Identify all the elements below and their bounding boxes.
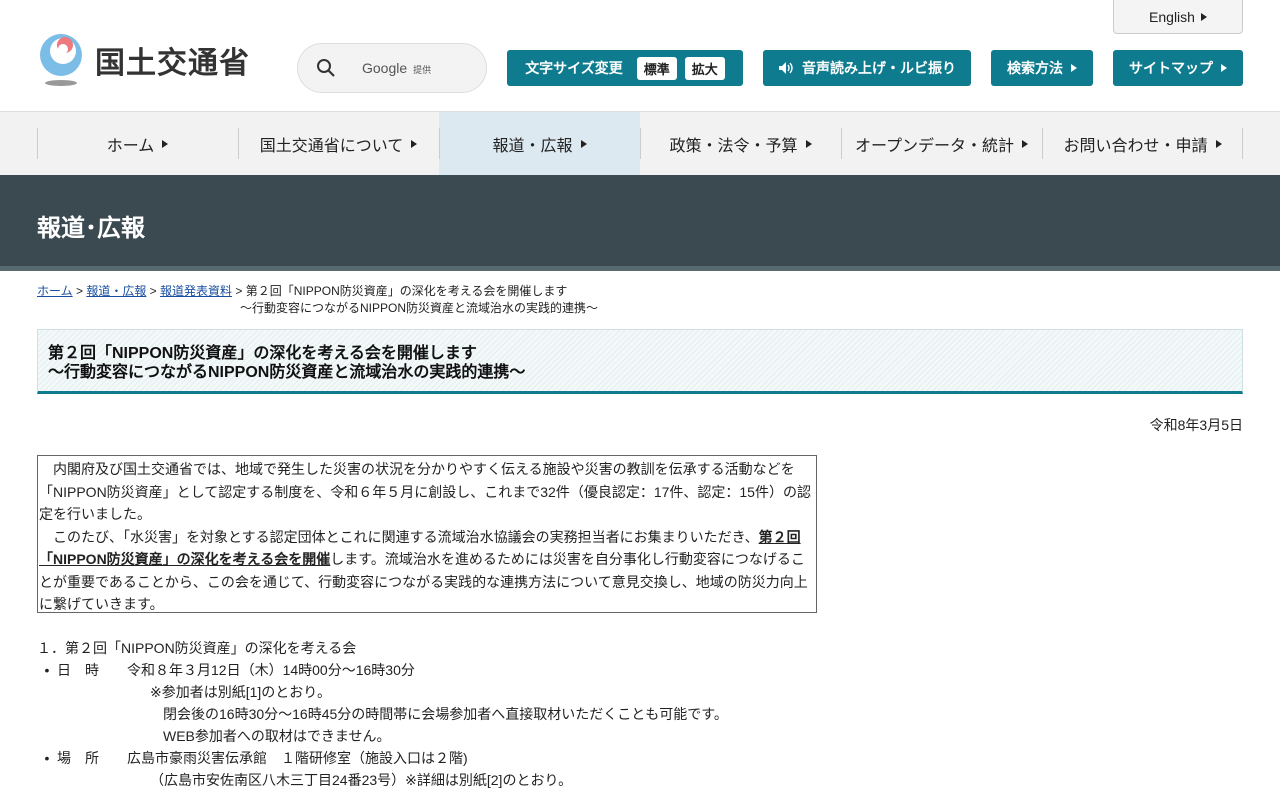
global-nav: ホーム 国土交通省について 報道・広報 政策・法令・予算 オープンデータ・統計 … bbox=[0, 111, 1280, 175]
nav-label: 報道・広報 bbox=[492, 137, 573, 155]
nav-policy[interactable]: 政策・法令・予算 bbox=[640, 112, 841, 175]
note-web: WEB参加者への取材はできません。 bbox=[163, 728, 391, 744]
search-icon[interactable] bbox=[316, 58, 336, 78]
google-label: Google bbox=[362, 60, 408, 76]
breadcrumb-current-sub: ～行動変容につながるNIPPON防災資産と流域治水の実践的連携～ bbox=[240, 301, 599, 315]
datetime-label: 日 時 bbox=[57, 662, 99, 678]
font-size-label: 文字サイズ変更 bbox=[525, 60, 623, 76]
triangle-right-icon bbox=[411, 139, 418, 148]
nav-label: 国土交通省について bbox=[259, 137, 404, 155]
triangle-right-icon bbox=[1071, 64, 1077, 72]
english-label: English bbox=[1149, 8, 1195, 25]
voice-button[interactable]: 音声読み上げ・ルビ振り bbox=[763, 50, 971, 86]
font-large-button[interactable]: 拡大 bbox=[684, 56, 725, 80]
nav-press[interactable]: 報道・広報 bbox=[439, 112, 640, 175]
font-size-control: 文字サイズ変更 標準 拡大 bbox=[507, 50, 743, 86]
triangle-right-icon bbox=[162, 139, 169, 148]
section-title: 報道･広報 bbox=[37, 215, 145, 242]
nav-label: お問い合わせ・申請 bbox=[1063, 137, 1208, 155]
sitemap-button[interactable]: サイトマップ bbox=[1113, 50, 1243, 86]
logo-emblem-icon bbox=[40, 34, 82, 86]
breadcrumb-current: 第２回「NIPPON防災資産」の深化を考える会を開催します bbox=[245, 284, 568, 298]
datetime-value: 令和８年３月12日（木）14時00分～16時30分 bbox=[127, 662, 415, 678]
triangle-right-icon bbox=[580, 139, 587, 148]
lead-paragraph-1: 内閣府及び国土交通省では、地域で発生した災害の状況を分かりやすく伝える施設や災害… bbox=[39, 461, 811, 522]
lead-box: 内閣府及び国土交通省では、地域で発生した災害の状況を分かりやすく伝える施設や災害… bbox=[37, 455, 817, 613]
section-banner: 報道･広報 bbox=[0, 175, 1280, 271]
search-box[interactable]: Google 提供 bbox=[297, 43, 487, 93]
nav-label: 政策・法令・予算 bbox=[669, 137, 798, 155]
provided-label: 提供 bbox=[413, 65, 432, 75]
nav-contact[interactable]: お問い合わせ・申請 bbox=[1042, 112, 1243, 175]
triangle-right-icon bbox=[805, 139, 812, 148]
note-participants: ※参加者は別紙[1]のとおり。 bbox=[150, 684, 332, 700]
nav-home[interactable]: ホーム bbox=[37, 112, 238, 175]
mlit-logo[interactable]: 国土交通省 bbox=[37, 33, 250, 87]
place-address: （広島市安佐南区八木三丁目24番23号）※詳細は別紙[2]のとおり。 bbox=[150, 772, 573, 788]
lead-text: このたび、「水災害」を対象とする認定団体とこれに関連する流域治水協議会の実務担当… bbox=[39, 528, 759, 545]
triangle-right-icon bbox=[1022, 139, 1029, 148]
nav-about[interactable]: 国土交通省について bbox=[238, 112, 439, 175]
breadcrumb-home[interactable]: ホーム bbox=[37, 284, 73, 298]
breadcrumb: ホーム > 報道・広報 > 報道発表資料 > 第２回「NIPPON防災資産」の深… bbox=[37, 284, 599, 315]
sitemap-label: サイトマップ bbox=[1129, 60, 1213, 76]
font-standard-button[interactable]: 標準 bbox=[636, 56, 677, 80]
details-heading: １．第２回「NIPPON防災資産」の深化を考える会 bbox=[37, 640, 357, 656]
publish-date: 令和8年3月5日 bbox=[1149, 417, 1243, 433]
speaker-icon bbox=[779, 62, 793, 74]
triangle-right-icon bbox=[1215, 139, 1222, 148]
place-value: 広島市豪雨災害伝承館 １階研修室（施設入口は２階) bbox=[127, 750, 468, 766]
note-interview: 閉会後の16時30分～16時45分の時間帯に会場参加者へ直接取材いただくことも可… bbox=[163, 706, 728, 722]
nav-label: ホーム bbox=[106, 137, 155, 155]
voice-label: 音声読み上げ・ルビ振り bbox=[802, 60, 956, 76]
place-label: 場 所 bbox=[57, 750, 99, 766]
lead-paragraph-2: このたび、「水災害」を対象とする認定団体とこれに関連する流域治水協議会の実務担当… bbox=[39, 526, 816, 616]
nav-label: オープンデータ・統計 bbox=[854, 137, 1015, 155]
triangle-right-icon bbox=[1200, 12, 1207, 21]
search-method-button[interactable]: 検索方法 bbox=[991, 50, 1093, 86]
breadcrumb-releases[interactable]: 報道発表資料 bbox=[160, 284, 232, 298]
event-details: １．第２回「NIPPON防災資産」の深化を考える会 • 日 時 令和８年３月12日（… bbox=[37, 637, 728, 791]
title-line2: ～行動変容につながるNIPPON防災資産と流域治水の実践的連携～ bbox=[48, 364, 526, 381]
bullet: • bbox=[44, 662, 50, 678]
breadcrumb-press[interactable]: 報道・広報 bbox=[86, 284, 146, 298]
search-method-label: 検索方法 bbox=[1007, 60, 1063, 76]
logo-text: 国土交通省 bbox=[95, 47, 250, 80]
english-link[interactable]: English bbox=[1113, 0, 1243, 34]
nav-opendata[interactable]: オープンデータ・統計 bbox=[841, 112, 1042, 175]
triangle-right-icon bbox=[1221, 64, 1227, 72]
bullet: • bbox=[44, 750, 50, 766]
page-title: 第２回「NIPPON防災資産」の深化を考える会を開催します ～行動変容につながる… bbox=[37, 329, 1243, 394]
title-line1: 第２回「NIPPON防災資産」の深化を考える会を開催します bbox=[48, 345, 477, 362]
